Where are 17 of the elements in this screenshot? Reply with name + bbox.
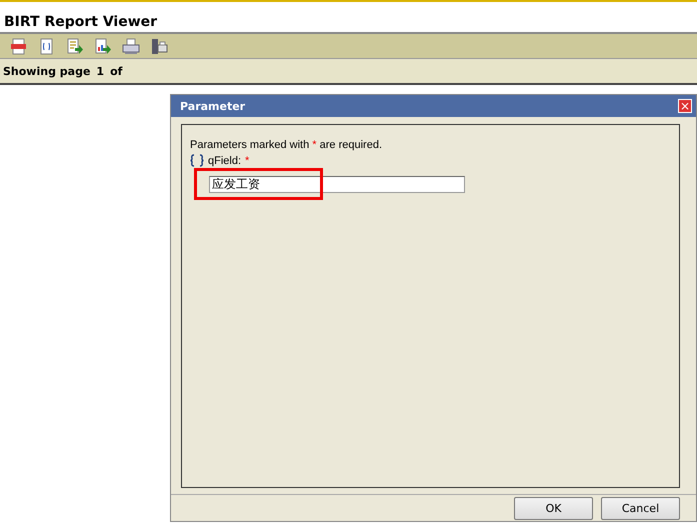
ok-button[interactable]: OK: [514, 496, 593, 520]
app-title: BIRT Report Viewer: [3, 13, 158, 31]
status-label: Showing page: [3, 64, 90, 78]
cancel-button[interactable]: Cancel: [601, 496, 680, 520]
printer-icon[interactable]: [122, 38, 140, 54]
chart-document-arrow-icon[interactable]: [94, 38, 112, 54]
dialog-title: Parameter: [180, 100, 246, 112]
document-arrow-icon[interactable]: [66, 38, 84, 54]
server-printer-icon[interactable]: [150, 38, 168, 54]
status-of-label: of: [110, 64, 122, 78]
parameter-input[interactable]: 应发工资: [209, 176, 465, 193]
close-button[interactable]: ×: [678, 99, 692, 113]
required-note: Parameters marked with * are required.: [190, 139, 383, 151]
parameter-label: qField:: [208, 154, 242, 166]
page-number: 1: [96, 64, 104, 78]
required-asterisk: *: [245, 154, 250, 166]
braces-icon: [190, 154, 204, 167]
